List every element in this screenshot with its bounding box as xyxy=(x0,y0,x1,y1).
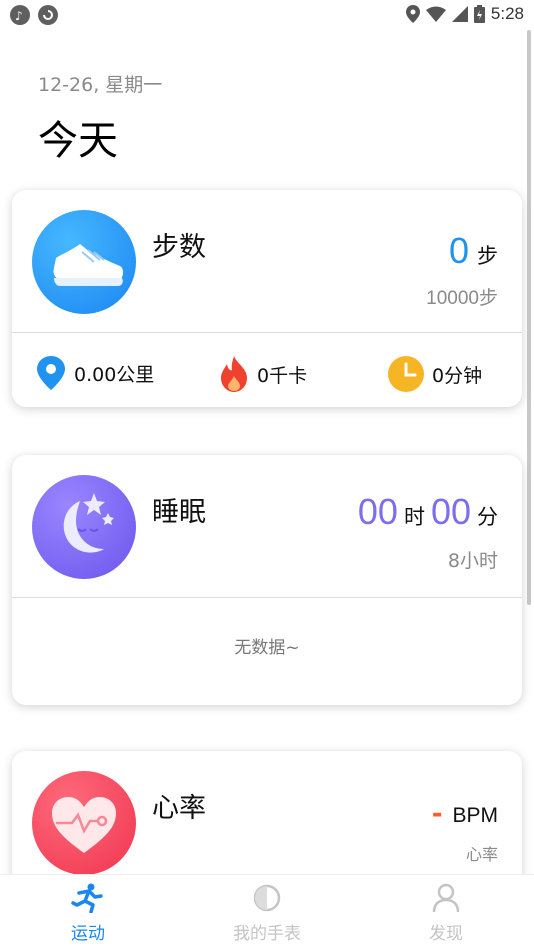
status-bar: ♪ 5:28 xyxy=(0,0,534,30)
steps-goal: 10000步 xyxy=(426,288,498,309)
steps-value: 0 xyxy=(448,230,469,271)
nav-item-discover[interactable]: 发现 xyxy=(366,883,526,944)
distance-stat: 0.00公里 xyxy=(36,356,154,390)
nav-label-my-watch: 我的手表 xyxy=(233,924,301,944)
nav-label-exercise: 运动 xyxy=(71,924,105,944)
steps-unit: 步 xyxy=(477,244,498,268)
heart-rate-reading: - BPM xyxy=(432,799,498,829)
calories-stat: 0千卡 xyxy=(219,356,307,392)
shoe-icon xyxy=(32,210,136,314)
cellular-signal-icon xyxy=(451,6,468,22)
svg-text:♪: ♪ xyxy=(15,9,23,23)
duration-stat: 0分钟 xyxy=(388,356,482,392)
steps-stats-row: 0.00公里 0千卡 0分钟 xyxy=(12,350,522,392)
clock-icon xyxy=(388,356,424,392)
steps-card[interactable]: 步数 0 步 10000步 0.00公里 0千卡 0分钟 xyxy=(12,190,522,407)
bottom-navigation: 运动 我的手表 发现 xyxy=(0,874,534,951)
nav-label-discover: 发现 xyxy=(429,924,463,944)
running-icon xyxy=(71,883,103,914)
sleep-minutes: 00 xyxy=(430,491,471,532)
battery-icon xyxy=(473,5,485,23)
heart-rate-title: 心率 xyxy=(152,793,206,824)
heart-icon xyxy=(32,771,136,875)
moon-icon xyxy=(32,475,136,579)
app-notification-icon: ♪ xyxy=(10,5,30,25)
steps-divider xyxy=(12,332,522,333)
sleep-divider xyxy=(12,597,522,598)
watch-icon xyxy=(253,884,281,912)
duration-value: 0分钟 xyxy=(432,364,483,387)
status-time: 5:28 xyxy=(490,4,524,23)
heart-rate-label: 心率 xyxy=(465,845,498,864)
page-title: 今天 xyxy=(38,118,118,164)
sleep-duration: 00 时 00 分 xyxy=(358,491,498,533)
nav-item-my-watch[interactable]: 我的手表 xyxy=(187,883,347,944)
steps-count: 0 步 xyxy=(449,230,498,272)
sleep-card[interactable]: 睡眠 00 时 00 分 8小时 无数据~ xyxy=(12,455,522,705)
heart-rate-value: - xyxy=(431,799,443,829)
sync-notification-icon xyxy=(38,5,58,25)
nav-item-exercise[interactable]: 运动 xyxy=(8,883,168,944)
sleep-hours-unit: 时 xyxy=(403,505,425,529)
scrollbar[interactable] xyxy=(527,30,531,605)
wifi-icon xyxy=(425,6,446,22)
date-label: 12-26, 星期一 xyxy=(38,74,163,96)
calories-value: 0千卡 xyxy=(257,364,308,387)
heart-rate-unit: BPM xyxy=(452,804,498,827)
sleep-minutes-unit: 分 xyxy=(477,505,498,529)
steps-title: 步数 xyxy=(152,232,206,263)
sleep-empty-text: 无数据~ xyxy=(234,638,300,658)
sleep-goal: 8小时 xyxy=(447,550,498,572)
distance-value: 0.00公里 xyxy=(74,363,155,386)
flame-icon xyxy=(221,356,247,392)
sleep-hours: 00 xyxy=(357,491,398,532)
location-pin-icon xyxy=(37,356,65,390)
sleep-title: 睡眠 xyxy=(152,497,206,528)
person-icon xyxy=(432,883,460,913)
location-icon xyxy=(405,5,420,23)
